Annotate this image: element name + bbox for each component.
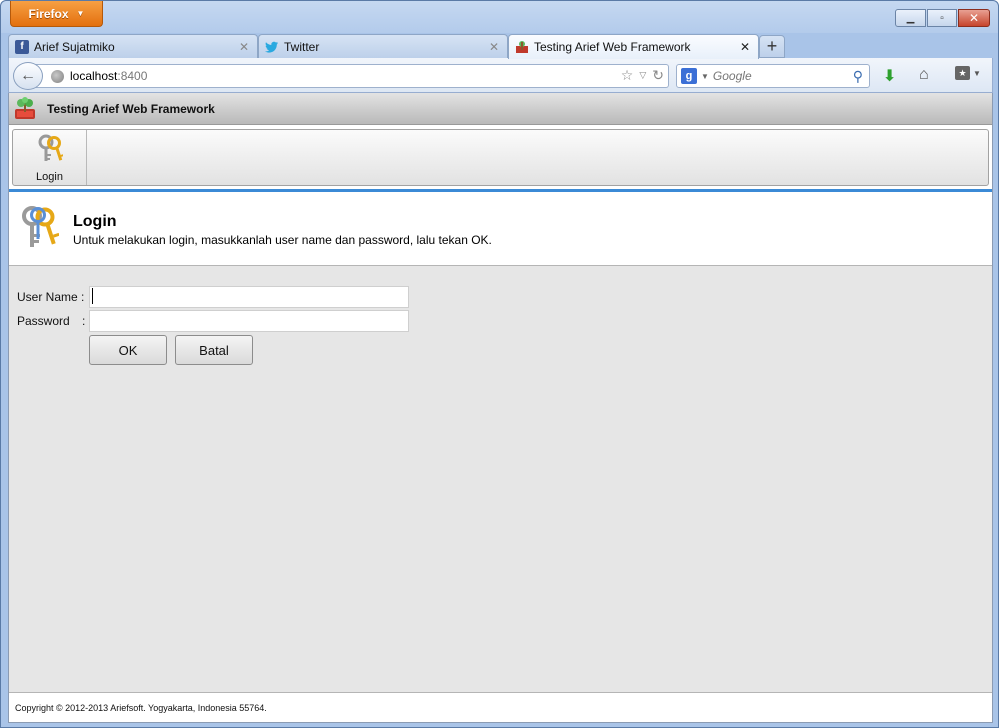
twitter-icon: [265, 40, 279, 54]
tab-app-active[interactable]: Testing Arief Web Framework ✕: [508, 34, 759, 59]
window-controls: ▁ ▫ ✕: [895, 9, 990, 27]
close-window-button[interactable]: ✕: [958, 9, 990, 27]
text-cursor: [92, 288, 93, 304]
firefox-menu-label: Firefox: [28, 6, 69, 21]
page-content: Testing Arief Web Framework Login Login …: [8, 93, 993, 723]
new-tab-button[interactable]: +: [759, 35, 785, 58]
bookmark-star-icon[interactable]: ☆: [621, 67, 634, 84]
url-bar[interactable]: localhost:8400 ☆ ▽ ↻: [35, 64, 669, 88]
keys-icon: [37, 134, 64, 167]
footer: Copyright © 2012-2013 Ariefsoft. Yogyaka…: [9, 692, 992, 722]
tab-strip: f Arief Sujatmiko ✕ Twitter ✕ Testing Ar…: [8, 34, 993, 59]
download-icon[interactable]: ⬇: [883, 66, 896, 86]
tab-twitter[interactable]: Twitter ✕: [258, 34, 508, 58]
firefox-menu-button[interactable]: Firefox ▼: [10, 1, 103, 27]
password-label: Password: [17, 314, 70, 328]
dropdown-caret-icon: ▼: [76, 9, 85, 18]
password-colon: :: [82, 314, 86, 328]
home-icon[interactable]: ⌂: [919, 66, 929, 84]
toolbar-login-label: Login: [36, 171, 63, 183]
url-bar-icons: ☆ ▽ ↻: [621, 67, 664, 84]
facebook-icon: f: [15, 39, 29, 54]
info-panel: Login Untuk melakukan login, masukkanlah…: [9, 192, 992, 266]
info-description: Untuk melakukan login, masukkanlah user …: [73, 233, 492, 247]
reload-icon[interactable]: ↻: [652, 67, 664, 84]
username-input[interactable]: [89, 286, 409, 308]
url-host: localhost: [70, 69, 118, 83]
keys-large-icon: [19, 204, 60, 252]
history-dropdown-icon[interactable]: ▽: [639, 70, 646, 81]
close-tab-icon[interactable]: ✕: [489, 40, 499, 54]
bookmarks-menu-button[interactable]: ★ ▼: [955, 66, 981, 80]
tab-label: Testing Arief Web Framework: [534, 40, 691, 54]
copyright-text: Copyright © 2012-2013 Ariefsoft. Yogyaka…: [15, 702, 267, 713]
engine-dropdown-icon[interactable]: ▼: [701, 72, 709, 81]
app-header: Testing Arief Web Framework: [9, 93, 992, 125]
username-label: User Name :: [17, 290, 85, 304]
app-logo-icon: [13, 96, 37, 121]
app-favicon-icon: [515, 40, 529, 54]
cancel-button[interactable]: Batal: [175, 335, 253, 365]
site-identity-icon[interactable]: [51, 69, 64, 83]
toolbar-login-button[interactable]: Login: [13, 130, 87, 185]
password-input[interactable]: [89, 310, 409, 332]
app-title: Testing Arief Web Framework: [47, 101, 215, 116]
search-icon[interactable]: ⚲: [853, 68, 863, 85]
maximize-button[interactable]: ▫: [927, 9, 957, 27]
browser-window: Firefox ▼ ▁ ▫ ✕ f Arief Sujatmiko ✕ Twit…: [0, 0, 999, 728]
close-tab-icon[interactable]: ✕: [239, 40, 249, 54]
close-tab-icon[interactable]: ✕: [740, 40, 750, 54]
app-toolbar: Login: [12, 129, 989, 186]
google-engine-icon[interactable]: g: [681, 68, 697, 84]
tab-label: Twitter: [284, 39, 320, 54]
back-button[interactable]: ←: [13, 62, 43, 90]
search-placeholder: Google: [712, 69, 752, 83]
url-port: :8400: [117, 69, 148, 83]
ok-button[interactable]: OK: [89, 335, 167, 365]
chevron-down-icon: ▼: [973, 68, 981, 78]
bookmarks-icon: ★: [955, 66, 970, 80]
login-form: User Name : Password : OK Batal: [9, 266, 992, 692]
tab-label: Arief Sujatmiko: [34, 39, 115, 54]
title-bar: Firefox ▼ ▁ ▫ ✕: [1, 1, 998, 33]
back-arrow-icon: ←: [20, 67, 36, 84]
search-bar[interactable]: g ▼ Google ⚲: [676, 64, 870, 88]
tab-facebook[interactable]: f Arief Sujatmiko ✕: [8, 34, 258, 58]
info-title: Login: [73, 213, 117, 230]
minimize-button[interactable]: ▁: [895, 9, 926, 27]
navigation-toolbar: localhost:8400 ☆ ▽ ↻ ← g ▼ Google ⚲ ⬇ ⌂ …: [8, 58, 993, 93]
